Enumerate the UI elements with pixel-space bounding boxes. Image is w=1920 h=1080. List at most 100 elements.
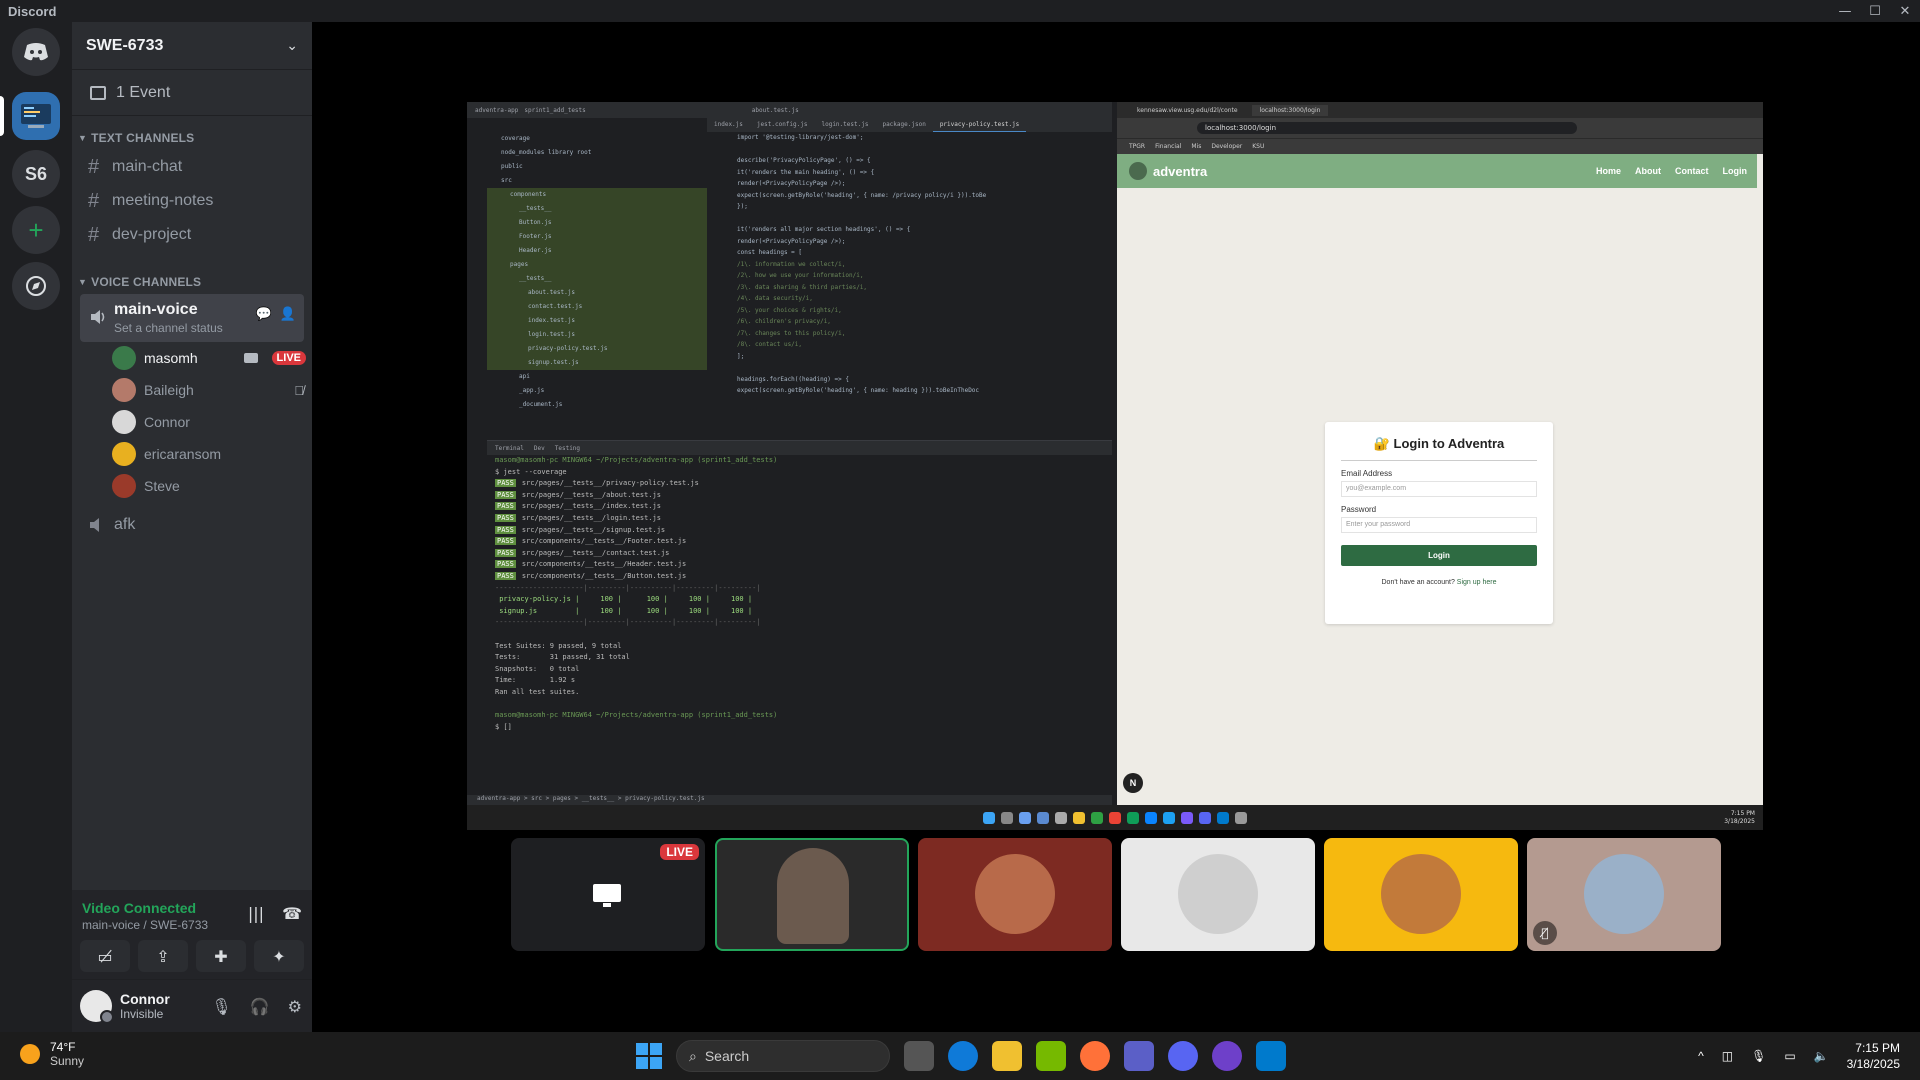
voice-channel-afk[interactable]: afk bbox=[80, 508, 304, 542]
pass-badge: PASS bbox=[495, 479, 516, 488]
chat-icon[interactable]: 💬 bbox=[256, 306, 272, 322]
channel-label: meeting-notes bbox=[112, 192, 214, 209]
minimize-icon[interactable]: — bbox=[1830, 0, 1860, 22]
channel-meeting-notes[interactable]: # meeting-notes bbox=[80, 184, 304, 218]
voice-user[interactable]: Connor bbox=[112, 406, 312, 438]
server-swe-6733-icon[interactable] bbox=[12, 92, 60, 140]
nvidia-icon[interactable] bbox=[1036, 1041, 1066, 1071]
nav-login: Login bbox=[1722, 166, 1748, 176]
speaker-icon bbox=[90, 518, 99, 532]
shared-screen-stream[interactable]: adventra-app sprint1_add_tests about.tes… bbox=[467, 102, 1763, 830]
test-file: src/pages/__tests__/contact.test.js bbox=[521, 548, 670, 557]
tile-masomh-camera[interactable] bbox=[715, 838, 909, 951]
ide-run-config: about.test.js bbox=[751, 106, 799, 114]
guild-name: SWE-6733 bbox=[86, 36, 164, 54]
ide-window: adventra-app sprint1_add_tests about.tes… bbox=[467, 102, 1112, 805]
terminal-line: masom@masomh-pc MINGW64 ~/Projects/adven… bbox=[495, 711, 778, 720]
github-icon[interactable] bbox=[1212, 1041, 1242, 1071]
live-badge: LIVE bbox=[271, 351, 306, 365]
start-button[interactable] bbox=[636, 1043, 662, 1069]
network-icon[interactable]: ◫ bbox=[1722, 1049, 1733, 1063]
voice-user[interactable]: ericaransom bbox=[112, 438, 312, 470]
camera-off-icon[interactable]: ▭̸ bbox=[80, 940, 130, 972]
code-editor: import '@testing-library/jest-dom'; descr… bbox=[707, 132, 1032, 440]
server-s6-icon[interactable]: S6 bbox=[12, 150, 60, 198]
firefox-icon[interactable] bbox=[1080, 1041, 1110, 1071]
avatar bbox=[1381, 854, 1461, 934]
channel-main-chat[interactable]: # main-chat bbox=[80, 150, 304, 184]
microphone-icon[interactable]: 🎙 bbox=[211, 997, 231, 1016]
microphone-icon[interactable]: 🎙 bbox=[1751, 1049, 1766, 1063]
close-icon[interactable]: ✕ bbox=[1890, 0, 1920, 22]
test-result-line: PASS src/components/__tests__/Button.test… bbox=[487, 571, 1112, 583]
ide-status-bar: adventra-app > src > pages > __tests__ >… bbox=[467, 795, 1112, 805]
muted-mic-icon: 🎙̸ bbox=[294, 382, 304, 398]
maximize-icon[interactable]: ☐ bbox=[1860, 0, 1890, 22]
display-icon[interactable]: ▭ bbox=[1784, 1049, 1795, 1063]
pass-badge: PASS bbox=[495, 490, 516, 499]
code-line: ]; bbox=[737, 352, 745, 360]
share-screen-icon[interactable]: ⇪ bbox=[138, 940, 188, 972]
disconnect-icon[interactable]: ☎ bbox=[282, 904, 302, 923]
explore-icon[interactable] bbox=[12, 262, 60, 310]
teams-icon[interactable] bbox=[1124, 1041, 1154, 1071]
code-line: const headings = [ bbox=[737, 249, 803, 256]
voice-user-name: masomh bbox=[144, 350, 198, 366]
tile-baileigh[interactable] bbox=[918, 838, 1112, 951]
taskbar-clock[interactable]: 7:15 PM 3/18/2025 bbox=[1847, 1040, 1900, 1072]
discord-home-icon[interactable] bbox=[12, 28, 60, 76]
invite-icon[interactable]: 👤 bbox=[280, 306, 296, 322]
bookmark: Financial bbox=[1155, 143, 1182, 150]
chevron-up-icon[interactable]: ^ bbox=[1698, 1049, 1704, 1063]
tile-connor[interactable] bbox=[1121, 838, 1315, 951]
noise-suppression-icon[interactable]: ||| bbox=[248, 904, 264, 923]
vscode-icon[interactable] bbox=[1256, 1041, 1286, 1071]
search-input[interactable]: ⌕ Search bbox=[676, 1040, 890, 1072]
text-channels-category[interactable]: ▼ TEXT CHANNELS bbox=[72, 126, 312, 150]
ide-tab: privacy-policy.test.js bbox=[932, 118, 1027, 132]
guild-header[interactable]: SWE-6733 ⌄ bbox=[72, 22, 312, 70]
task-view-icon[interactable] bbox=[904, 1041, 934, 1071]
file-explorer-icon[interactable] bbox=[992, 1041, 1022, 1071]
voice-user-name: ericaransom bbox=[144, 446, 222, 462]
terminal-tab: Dev bbox=[533, 444, 545, 452]
browser-tab: kennesaw.view.usg.edu/d2l/conte bbox=[1137, 106, 1238, 114]
test-file: src/pages/__tests__/about.test.js bbox=[521, 490, 661, 499]
voice-user[interactable]: Baileigh 🎙̸ bbox=[112, 374, 312, 406]
settings-gear-icon[interactable]: ⚙ bbox=[288, 997, 302, 1016]
voice-channel-path[interactable]: main-voice / SWE-6733 bbox=[82, 918, 208, 932]
tree-item: Header.js bbox=[487, 244, 707, 258]
login-card: 🔐 Login to Adventra Email Address you@ex… bbox=[1325, 422, 1553, 624]
channel-dev-project[interactable]: # dev-project bbox=[80, 218, 304, 252]
code-line: expect(screen.getByRole('heading', { nam… bbox=[737, 191, 987, 199]
volume-icon[interactable]: 🔈 bbox=[1814, 1049, 1829, 1063]
events-button[interactable]: 1 Event bbox=[72, 70, 312, 116]
activities-icon[interactable]: ✚ bbox=[196, 940, 246, 972]
add-server-icon[interactable]: + bbox=[12, 206, 60, 254]
tile-screen-share[interactable]: LIVE bbox=[511, 838, 705, 951]
test-result-line: PASS src/pages/__tests__/signup.test.js bbox=[487, 525, 1112, 537]
test-result-line: PASS src/pages/__tests__/index.test.js bbox=[487, 501, 1112, 513]
avatar bbox=[112, 410, 136, 434]
headphones-icon[interactable]: 🎧 bbox=[250, 997, 270, 1016]
voice-user[interactable]: Steve bbox=[112, 470, 312, 502]
title-bar: Discord — ☐ ✕ bbox=[0, 0, 1920, 22]
tile-ericaransom[interactable] bbox=[1324, 838, 1518, 951]
voice-status[interactable]: Video Connected bbox=[82, 900, 196, 916]
code-line: headings.forEach((heading) => { bbox=[737, 375, 849, 383]
tile-steve[interactable]: 🎙̸ bbox=[1527, 838, 1721, 951]
server-rail: S6 + bbox=[0, 22, 72, 1032]
avatar[interactable] bbox=[80, 990, 114, 1024]
terminal-line: ---------------------|---------|--------… bbox=[495, 618, 761, 627]
voice-channel-main-voice[interactable]: main-voice Set a channel status 💬 👤 bbox=[80, 294, 304, 342]
tree-item: node_modules library root bbox=[501, 149, 592, 156]
soundboard-icon[interactable]: ✦ bbox=[254, 940, 304, 972]
voice-user[interactable]: masomh LIVE bbox=[112, 342, 312, 374]
voice-channels-category[interactable]: ▼ VOICE CHANNELS bbox=[72, 270, 312, 294]
channel-label: main-chat bbox=[112, 158, 183, 175]
edge-icon[interactable] bbox=[948, 1041, 978, 1071]
tree-item: about.test.js bbox=[487, 286, 707, 300]
weather-widget[interactable]: 74°F Sunny bbox=[20, 1040, 84, 1068]
discord-icon[interactable] bbox=[1168, 1041, 1198, 1071]
channel-status-prompt[interactable]: Set a channel status bbox=[114, 321, 223, 335]
